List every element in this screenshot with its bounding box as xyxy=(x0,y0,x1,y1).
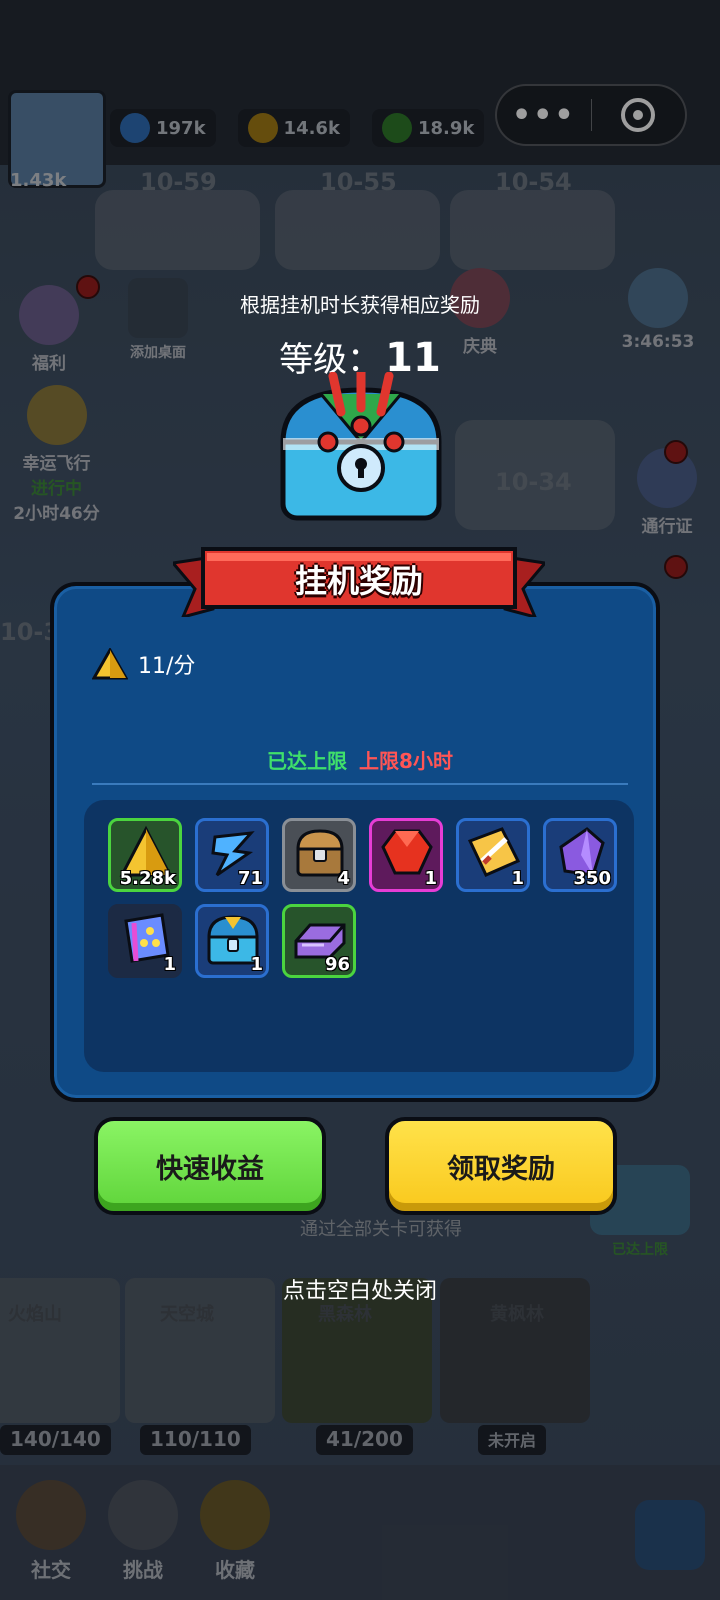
popup-title: 挂机奖励 xyxy=(294,562,423,600)
pyramid-crystal-icon xyxy=(92,648,128,680)
earning-rate: 11/分 xyxy=(92,648,195,680)
reward-item[interactable]: 5.28k xyxy=(108,818,182,892)
reward-quantity: 1 xyxy=(511,868,524,889)
reward-grid: 5.28k 71 4 1 1 350 1 1 96 xyxy=(108,818,628,978)
limit-status: 已达上限 上限8小时 xyxy=(0,745,720,774)
divider xyxy=(92,783,628,785)
reward-item[interactable]: 96 xyxy=(282,904,356,978)
reward-quantity: 71 xyxy=(237,868,263,889)
reward-item[interactable]: 1 xyxy=(456,818,530,892)
reached-limit-text: 已达上限 xyxy=(267,749,348,773)
idle-reward-hint: 根据挂机时长获得相应奖励 xyxy=(240,293,480,317)
reward-quantity: 96 xyxy=(324,954,350,975)
claim-reward-button[interactable]: 领取奖励 xyxy=(385,1117,617,1215)
reward-item[interactable]: 1 xyxy=(369,818,443,892)
limit-duration-text: 上限8小时 xyxy=(359,749,453,773)
reward-quantity: 4 xyxy=(337,868,350,889)
reward-item[interactable]: 1 xyxy=(108,904,182,978)
reward-quantity: 5.28k xyxy=(119,868,176,889)
reward-quantity: 1 xyxy=(250,954,263,975)
reward-quantity: 1 xyxy=(163,954,176,975)
tap-to-close-hint: 点击空白处关闭 xyxy=(282,1279,437,1304)
treasure-chest-icon xyxy=(280,372,442,521)
reward-quantity: 1 xyxy=(424,868,437,889)
reward-item[interactable]: 350 xyxy=(543,818,617,892)
reward-quantity: 350 xyxy=(573,868,611,889)
reward-item[interactable]: 1 xyxy=(195,904,269,978)
reward-item[interactable]: 71 xyxy=(195,818,269,892)
rate-value: 11/分 xyxy=(138,654,196,679)
quick-earn-button[interactable]: 快速收益 xyxy=(94,1117,326,1215)
reward-item[interactable]: 4 xyxy=(282,818,356,892)
